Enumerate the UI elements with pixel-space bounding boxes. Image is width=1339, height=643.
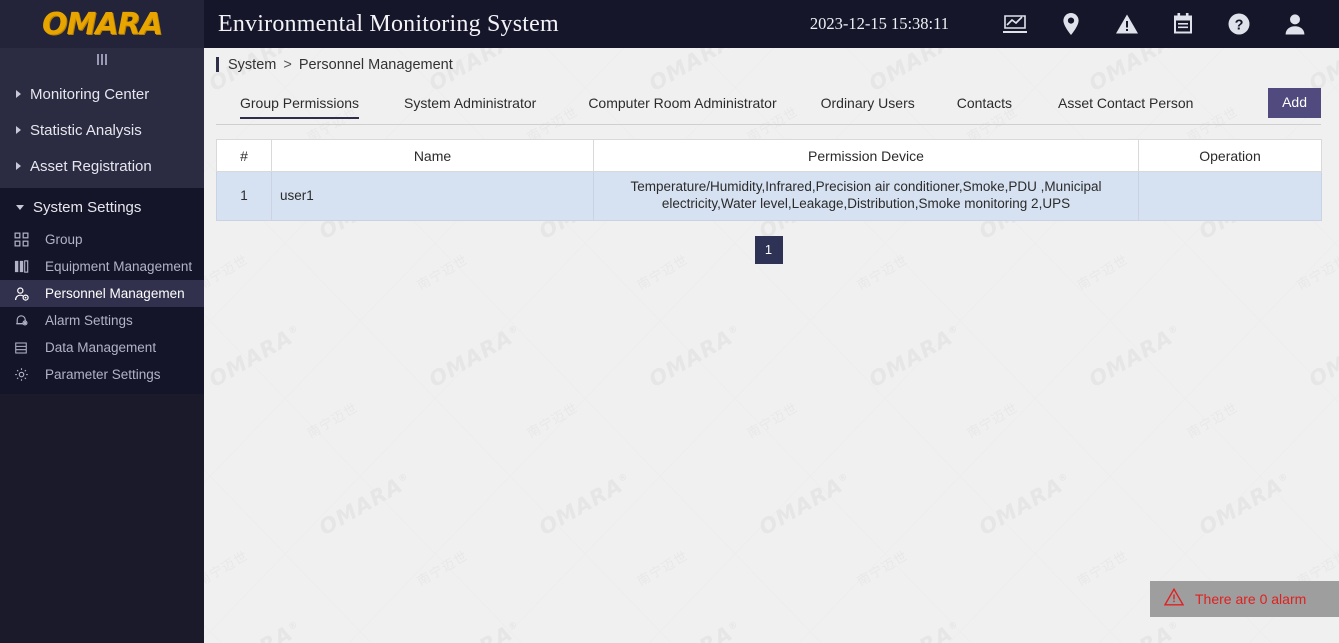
tab-system-administrator[interactable]: System Administrator <box>404 95 536 118</box>
logo-area: OMARA <box>0 0 204 48</box>
add-button[interactable]: Add <box>1268 88 1321 118</box>
alarm-warning-icon[interactable] <box>1099 0 1155 48</box>
sidebar-item-label: Alarm Settings <box>45 313 133 328</box>
tab-computer-room-administrator[interactable]: Computer Room Administrator <box>588 95 776 118</box>
svg-text:?: ? <box>1235 17 1244 33</box>
chevron-right-icon <box>16 162 21 170</box>
app-header: Environmental Monitoring System 2023-12-… <box>204 0 1339 48</box>
breadcrumb-root[interactable]: System <box>228 57 276 73</box>
sidebar-top-nav: Monitoring Center Statistic Analysis Ass… <box>0 70 204 188</box>
content-panel: Group Permissions System Administrator C… <box>216 88 1322 264</box>
column-header-permission-device: Permission Device <box>593 139 1139 172</box>
sidebar-item-monitoring-center[interactable]: Monitoring Center <box>0 76 204 112</box>
tab-bar: Group Permissions System Administrator C… <box>216 88 1321 125</box>
table-row[interactable]: 1 user1 Temperature/Humidity,Infrared,Pr… <box>216 171 1322 221</box>
sidebar-system-settings-section: System Settings Group Equipment Manageme… <box>0 188 204 394</box>
user-account-icon[interactable] <box>1267 0 1323 48</box>
cell-index: 1 <box>216 171 272 221</box>
warning-triangle-icon <box>1163 587 1185 611</box>
header-actions: 2023-12-15 15:38:11 ? <box>810 0 1339 48</box>
sidebar-item-label: Equipment Management <box>45 259 193 274</box>
page-button-1[interactable]: 1 <box>754 235 783 264</box>
sidebar-item-group[interactable]: Group <box>0 226 204 253</box>
calendar-icon[interactable] <box>1155 0 1211 48</box>
breadcrumb-separator: > <box>283 56 292 73</box>
breadcrumb-accent-bar <box>216 57 219 72</box>
personnel-gear-icon <box>14 286 36 302</box>
sidebar-item-label: Monitoring Center <box>30 85 150 103</box>
help-icon[interactable]: ? <box>1211 0 1267 48</box>
tab-asset-contact-person[interactable]: Asset Contact Person <box>1058 95 1193 118</box>
sidebar-item-asset-registration[interactable]: Asset Registration <box>0 148 204 184</box>
column-header-index: # <box>216 139 272 172</box>
tab-group-permissions[interactable]: Group Permissions <box>240 95 360 119</box>
group-grid-icon <box>14 232 36 248</box>
brand-logo: OMARA <box>42 6 163 42</box>
breadcrumb-current: Personnel Management <box>298 56 453 73</box>
alarm-toast-text: There are 0 alarm <box>1195 591 1307 607</box>
sidebar-item-label: Group <box>45 232 83 247</box>
pagination: 1 <box>216 235 1321 264</box>
chevron-right-icon <box>16 126 21 134</box>
table-header-row: # Name Permission Device Operation <box>216 139 1322 172</box>
main-content: OMARA®南宁迈世OMARA®南宁迈世OMARA®南宁迈世OMARA®南宁迈世… <box>204 48 1339 643</box>
sidebar-item-label: Statistic Analysis <box>30 121 142 139</box>
cell-name: user1 <box>271 171 594 221</box>
sidebar-item-equipment-management[interactable]: Equipment Management <box>0 253 204 280</box>
sidebar-item-label: Asset Registration <box>30 157 152 175</box>
sidebar-item-label: Personnel Managemen <box>45 286 185 301</box>
sidebar-item-label: System Settings <box>33 198 142 216</box>
parameter-gear-icon <box>14 367 36 383</box>
sidebar-item-label: Data Management <box>45 340 157 355</box>
permissions-table: # Name Permission Device Operation 1 use… <box>216 139 1322 221</box>
breadcrumb: System > Personnel Management <box>204 48 1339 81</box>
trend-chart-icon[interactable] <box>987 0 1043 48</box>
sidebar-item-system-settings[interactable]: System Settings <box>0 188 204 226</box>
data-list-icon <box>14 340 36 356</box>
alarm-bell-gear-icon <box>14 313 36 329</box>
app-title: Environmental Monitoring System <box>218 10 559 37</box>
sidebar-collapse-toggle[interactable] <box>0 48 204 70</box>
sidebar-item-statistic-analysis[interactable]: Statistic Analysis <box>0 112 204 148</box>
tab-ordinary-users[interactable]: Ordinary Users <box>821 95 915 118</box>
sidebar-item-parameter-settings[interactable]: Parameter Settings <box>0 361 204 388</box>
tab-contacts[interactable]: Contacts <box>957 95 1012 118</box>
sidebar-item-alarm-settings[interactable]: Alarm Settings <box>0 307 204 334</box>
sidebar: OMARA Monitoring Center Statistic Analys… <box>0 0 204 643</box>
cell-permission-device: Temperature/Humidity,Infrared,Precision … <box>593 171 1139 221</box>
column-header-operation: Operation <box>1138 139 1322 172</box>
sidebar-item-data-management[interactable]: Data Management <box>0 334 204 361</box>
alarm-toast[interactable]: There are 0 alarm <box>1150 581 1339 617</box>
sidebar-item-personnel-management[interactable]: Personnel Managemen <box>0 280 204 307</box>
cell-operation[interactable] <box>1138 171 1322 221</box>
location-pin-icon[interactable] <box>1043 0 1099 48</box>
sidebar-item-label: Parameter Settings <box>45 367 161 382</box>
chevron-down-icon <box>16 204 24 210</box>
column-header-name: Name <box>271 139 594 172</box>
header-datetime: 2023-12-15 15:38:11 <box>809 14 949 33</box>
chevron-right-icon <box>16 90 21 98</box>
equipment-rack-icon <box>14 259 36 275</box>
collapse-bars-icon <box>97 53 107 65</box>
